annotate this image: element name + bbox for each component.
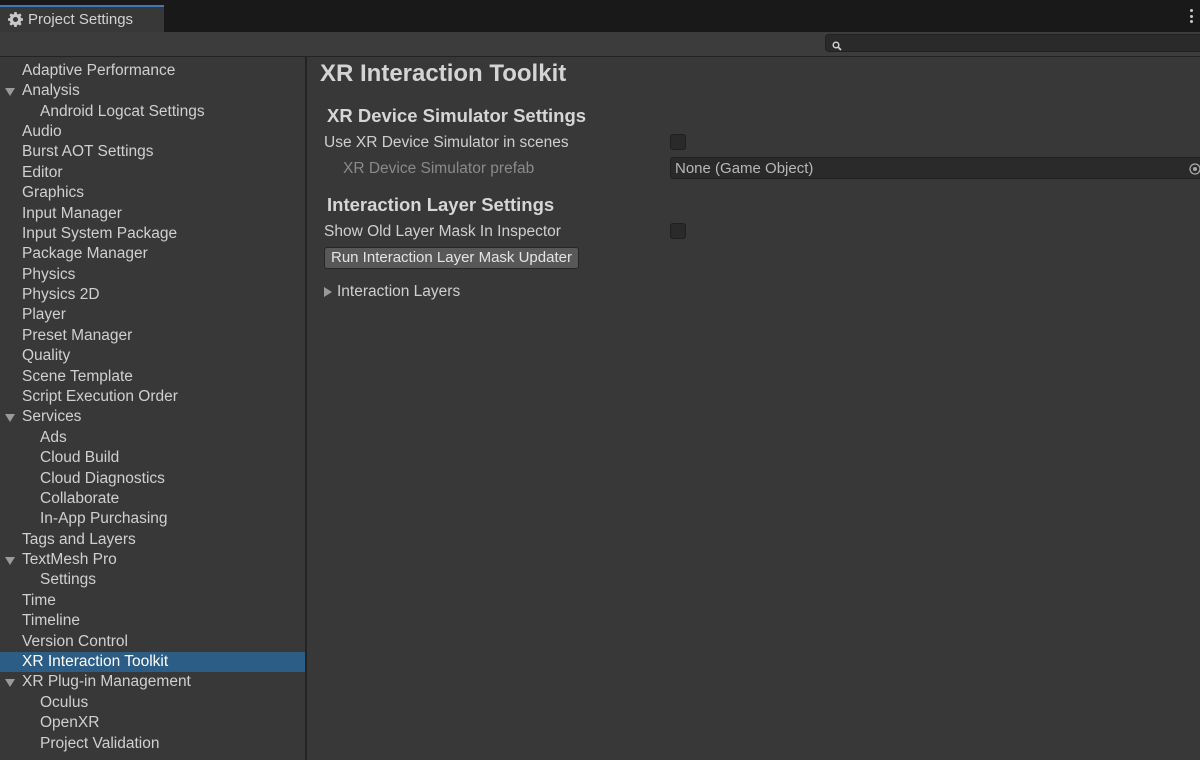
object-picker-icon[interactable] <box>1189 162 1200 175</box>
sidebar-item-android-logcat-settings[interactable]: Android Logcat Settings <box>0 102 305 122</box>
sidebar-item-label: Project Validation <box>40 735 160 752</box>
sidebar-item-oculus[interactable]: Oculus <box>0 693 305 713</box>
sidebar-item-openxr[interactable]: OpenXR <box>0 713 305 733</box>
sidebar-item-label: Preset Manager <box>22 327 133 344</box>
page-title: XR Interaction Toolkit <box>320 60 567 87</box>
sidebar-item-label: Player <box>22 306 66 323</box>
search-input[interactable] <box>846 35 1186 51</box>
sidebar-item-label: Analysis <box>22 82 80 99</box>
sidebar-item-xr-interaction-toolkit[interactable]: XR Interaction Toolkit <box>0 652 305 672</box>
sidebar-item-label: Services <box>22 408 82 425</box>
tab-project-settings[interactable]: Project Settings <box>0 5 164 32</box>
sidebar-item-label: Android Logcat Settings <box>40 103 205 120</box>
sidebar-item-label: TextMesh Pro <box>22 551 117 568</box>
sidebar-item-tags-and-layers[interactable]: Tags and Layers <box>0 530 305 550</box>
sidebar-item-label: Tags and Layers <box>22 531 136 548</box>
sidebar-item-player[interactable]: Player <box>0 305 305 325</box>
sidebar-item-label: Cloud Diagnostics <box>40 470 165 487</box>
collapse-arrow-icon <box>324 287 332 297</box>
sidebar-item-cloud-build[interactable]: Cloud Build <box>0 448 305 468</box>
sidebar-item-adaptive-performance[interactable]: Adaptive Performance <box>0 61 305 81</box>
sidebar-item-label: Physics 2D <box>22 286 100 303</box>
toolbar <box>0 32 1200 57</box>
sidebar-item-label: Quality <box>22 347 71 364</box>
sidebar-item-label: Physics <box>22 266 76 283</box>
sidebar-item-cloud-diagnostics[interactable]: Cloud Diagnostics <box>0 469 305 489</box>
sidebar-item-label: Input System Package <box>22 225 178 242</box>
sidebar-item-label: Timeline <box>22 612 80 629</box>
show-old-layer-mask-label: Show Old Layer Mask In Inspector <box>324 223 561 240</box>
window-tab-bar: Project Settings <box>0 0 1200 32</box>
sidebar-item-project-validation[interactable]: Project Validation <box>0 734 305 754</box>
sidebar-item-time[interactable]: Time <box>0 591 305 611</box>
sidebar-item-physics-2d[interactable]: Physics 2D <box>0 285 305 305</box>
sidebar-item-label: Editor <box>22 164 63 181</box>
sidebar-item-label: Collaborate <box>40 490 120 507</box>
expand-arrow-icon[interactable] <box>5 88 15 96</box>
sidebar-item-burst-aot-settings[interactable]: Burst AOT Settings <box>0 142 305 162</box>
sidebar-item-in-app-purchasing[interactable]: In-App Purchasing <box>0 509 305 529</box>
sidebar-item-collaborate[interactable]: Collaborate <box>0 489 305 509</box>
settings-sidebar: Adaptive Performance Analysis Android Lo… <box>0 57 307 760</box>
sidebar-item-timeline[interactable]: Timeline <box>0 611 305 631</box>
search-icon <box>832 38 842 56</box>
sidebar-item-editor[interactable]: Editor <box>0 163 305 183</box>
sidebar-item-ads[interactable]: Ads <box>0 428 305 448</box>
show-old-layer-mask-checkbox[interactable] <box>670 223 686 239</box>
sidebar-item-label: Package Manager <box>22 245 148 262</box>
use-simulator-label: Use XR Device Simulator in scenes <box>324 134 569 151</box>
sidebar-item-package-manager[interactable]: Package Manager <box>0 244 305 264</box>
sidebar-item-label: XR Interaction Toolkit <box>22 653 169 670</box>
sidebar-item-version-control[interactable]: Version Control <box>0 632 305 652</box>
sidebar-item-label: Audio <box>22 123 62 140</box>
simulator-prefab-field[interactable]: None (Game Object) <box>670 157 1200 179</box>
simulator-prefab-label: XR Device Simulator prefab <box>343 160 535 177</box>
sidebar-item-services[interactable]: Services <box>0 407 305 427</box>
interaction-layers-label: Interaction Layers <box>337 283 461 300</box>
use-simulator-checkbox[interactable] <box>670 134 686 150</box>
run-layer-mask-updater-button[interactable]: Run Interaction Layer Mask Updater <box>324 247 579 269</box>
sidebar-item-label: Script Execution Order <box>22 388 178 405</box>
sidebar-item-scene-template[interactable]: Scene Template <box>0 367 305 387</box>
sidebar-item-label: In-App Purchasing <box>40 510 168 527</box>
sidebar-item-analysis[interactable]: Analysis <box>0 81 305 101</box>
sidebar-item-label: Adaptive Performance <box>22 62 176 79</box>
interaction-layers-foldout[interactable]: Interaction Layers <box>324 282 460 302</box>
sidebar-item-textmesh-settings[interactable]: Settings <box>0 570 305 590</box>
expand-arrow-icon[interactable] <box>5 679 15 687</box>
sidebar-item-xr-plug-in-management[interactable]: XR Plug-in Management <box>0 672 305 692</box>
sidebar-item-quality[interactable]: Quality <box>0 346 305 366</box>
settings-main-panel: XR Interaction Toolkit XR Device Simulat… <box>307 57 1200 760</box>
sidebar-item-audio[interactable]: Audio <box>0 122 305 142</box>
sidebar-item-physics[interactable]: Physics <box>0 265 305 285</box>
sidebar-item-label: Input Manager <box>22 205 122 222</box>
section-title-device-simulator: XR Device Simulator Settings <box>327 105 587 126</box>
sidebar-item-script-execution-order[interactable]: Script Execution Order <box>0 387 305 407</box>
tab-title: Project Settings <box>28 11 134 28</box>
sidebar-item-preset-manager[interactable]: Preset Manager <box>0 326 305 346</box>
sidebar-item-label: XR Plug-in Management <box>22 673 191 690</box>
search-box[interactable] <box>825 34 1200 52</box>
sidebar-item-label: OpenXR <box>40 714 100 731</box>
section-title-interaction-layer: Interaction Layer Settings <box>327 194 555 215</box>
sidebar-item-label: Burst AOT Settings <box>22 143 154 160</box>
sidebar-item-graphics[interactable]: Graphics <box>0 183 305 203</box>
sidebar-item-label: Scene Template <box>22 368 133 385</box>
sidebar-item-label: Version Control <box>22 633 128 650</box>
sidebar-item-label: Time <box>22 592 56 609</box>
sidebar-item-label: Ads <box>40 429 67 446</box>
expand-arrow-icon[interactable] <box>5 557 15 565</box>
sidebar-item-label: Settings <box>40 571 97 588</box>
simulator-prefab-value: None (Game Object) <box>675 160 814 177</box>
sidebar-item-input-system-package[interactable]: Input System Package <box>0 224 305 244</box>
sidebar-item-label: Oculus <box>40 694 89 711</box>
kebab-menu-icon[interactable] <box>1190 9 1194 23</box>
expand-arrow-icon[interactable] <box>5 414 15 422</box>
sidebar-item-textmesh-pro[interactable]: TextMesh Pro <box>0 550 305 570</box>
gear-icon <box>8 12 23 27</box>
sidebar-item-label: Graphics <box>22 184 85 201</box>
sidebar-item-input-manager[interactable]: Input Manager <box>0 204 305 224</box>
sidebar-item-label: Cloud Build <box>40 449 120 466</box>
